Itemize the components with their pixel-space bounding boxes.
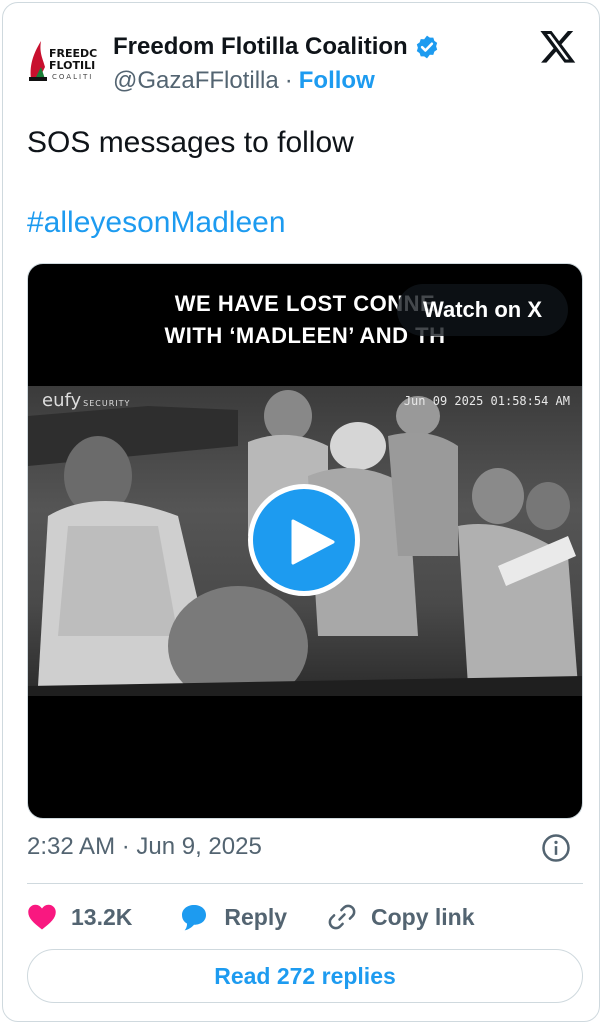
avatar-line-2: FLOTILI — [49, 59, 95, 72]
avatar-line-3: COALITI — [52, 73, 93, 81]
separator-dot: · — [284, 67, 293, 94]
tweet-text: SOS messages to follow — [27, 126, 354, 159]
camera-brand-name: eufy — [42, 390, 82, 411]
like-button[interactable]: 13.2K — [27, 903, 132, 931]
reply-label: Reply — [224, 903, 288, 930]
avatar-logo: FREEDC FLOTILI COALITI — [29, 41, 97, 81]
heart-icon — [28, 904, 56, 930]
hashtag-link[interactable]: #alleyesonMadleen — [27, 203, 286, 243]
tweet-timestamp[interactable]: 2:32 AM · Jun 9, 2025 — [27, 833, 262, 861]
display-name[interactable]: Freedom Flotilla Coalition — [113, 33, 408, 61]
watch-on-x-button[interactable]: Watch on X — [397, 284, 568, 336]
play-button[interactable] — [248, 484, 360, 596]
handle-row: @GazaFFlotilla · Follow — [113, 67, 375, 95]
tweet-embed-card: FREEDC FLOTILI COALITI Freedom Flotilla … — [2, 2, 600, 1022]
handle[interactable]: @GazaFFlotilla — [113, 67, 279, 94]
camera-brand: eufy SECURITY — [42, 390, 130, 411]
divider — [27, 883, 583, 884]
camera-timestamp: Jun 09 2025 01:58:54 AM — [403, 394, 570, 408]
camera-brand-sub: SECURITY — [83, 399, 131, 408]
x-logo-icon[interactable] — [539, 27, 577, 65]
play-icon — [291, 519, 335, 565]
copy-link-label: Copy link — [371, 903, 475, 930]
copy-link-button[interactable]: Copy link — [327, 902, 475, 932]
reply-bubble-icon — [182, 905, 207, 931]
verified-badge-icon — [416, 35, 437, 59]
avatar[interactable]: FREEDC FLOTILI COALITI — [25, 33, 107, 85]
tweet-header: FREEDC FLOTILI COALITI Freedom Flotilla … — [25, 25, 581, 105]
info-icon[interactable] — [541, 833, 571, 863]
video-media[interactable]: WE HAVE LOST CONNE WITH ‘MADLEEN’ AND TH — [27, 263, 583, 819]
name-row: Freedom Flotilla Coalition — [113, 33, 440, 61]
reply-button[interactable]: Reply — [178, 902, 287, 932]
like-count: 13.2K — [71, 903, 133, 930]
follow-button[interactable]: Follow — [299, 67, 375, 94]
link-icon — [328, 904, 356, 930]
read-replies-button[interactable]: Read 272 replies — [27, 949, 583, 1003]
action-bar: 13.2K Reply Copy link — [27, 899, 515, 935]
